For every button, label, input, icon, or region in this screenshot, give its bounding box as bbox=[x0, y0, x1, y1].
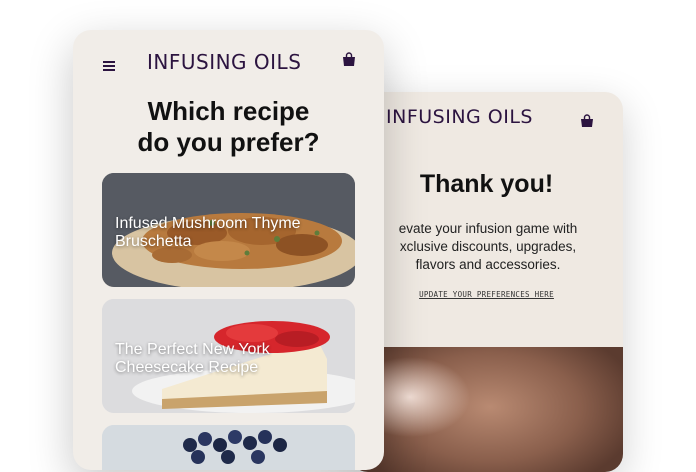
update-preferences-link[interactable]: UPDATE YOUR PREFERENCES HERE bbox=[350, 290, 623, 299]
brand-logo: INFUSING OILS bbox=[147, 50, 302, 74]
question-heading: Which recipe do you prefer? bbox=[137, 96, 320, 157]
thank-you-body: evate your infusion game with xclusive d… bbox=[398, 221, 578, 272]
recipe-option-blueberry[interactable] bbox=[102, 425, 355, 470]
hero-image bbox=[350, 347, 623, 472]
recipe-option-cheesecake[interactable]: The Perfect New York Cheesecake Recipe bbox=[102, 299, 355, 413]
thank-you-heading: Thank you! bbox=[419, 170, 554, 198]
blueberry-photo bbox=[102, 425, 355, 470]
recipe-option-bruschetta[interactable]: Infused Mushroom Thyme Bruschetta bbox=[102, 173, 355, 287]
recipe-option-label: The Perfect New York Cheesecake Recipe bbox=[115, 341, 270, 376]
hamburger-menu-icon[interactable] bbox=[103, 58, 115, 76]
thank-you-screen: INFUSING OILS Thank you! evate your infu… bbox=[350, 92, 623, 472]
recipe-preference-screen: INFUSING OILS Which recipe do you prefer… bbox=[73, 30, 384, 470]
recipe-option-label: Infused Mushroom Thyme Bruschetta bbox=[115, 215, 301, 250]
shopping-bag-icon[interactable] bbox=[580, 114, 594, 133]
shopping-bag-icon[interactable] bbox=[342, 52, 356, 72]
brand-logo: INFUSING OILS bbox=[386, 106, 533, 128]
